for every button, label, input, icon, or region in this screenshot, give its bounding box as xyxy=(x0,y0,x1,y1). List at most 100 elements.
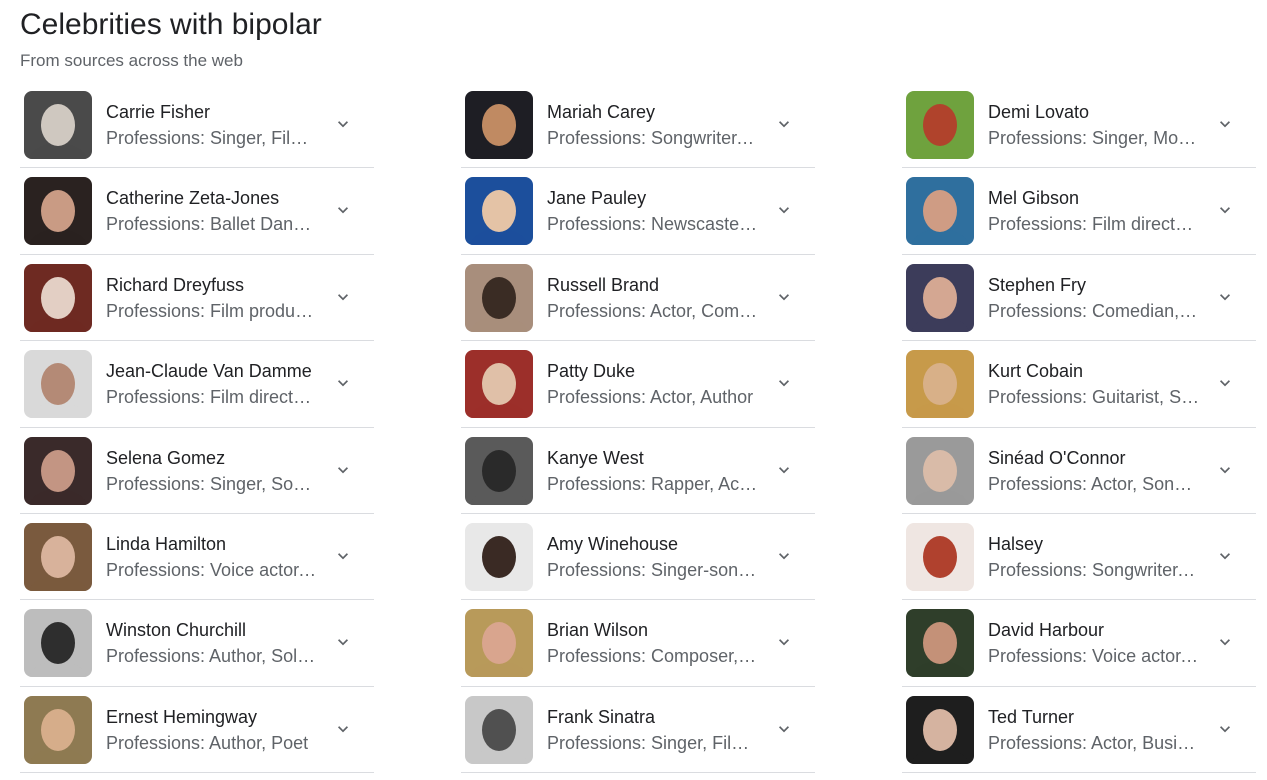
chevron-down-icon[interactable] xyxy=(774,200,794,220)
celebrity-professions: Professions: Songwriter, Singer xyxy=(547,128,759,148)
chevron-down-icon[interactable] xyxy=(774,460,794,480)
celebrity-name: Stephen Fry xyxy=(988,274,1087,295)
list-item[interactable]: Mariah Carey Professions: Songwriter, Sin… xyxy=(461,82,815,169)
list-item[interactable]: Halsey Professions: Songwriter, Singer xyxy=(902,514,1256,601)
celebrity-professions: Professions: Author, Soldier xyxy=(106,646,318,667)
celebrity-name: Demi Lovato xyxy=(988,102,1090,122)
chevron-down-icon[interactable] xyxy=(333,546,353,566)
chevron-down-icon[interactable] xyxy=(333,460,353,480)
celebrity-professions: Professions: Voice actor, Actor xyxy=(106,559,318,580)
celebrity-professions: Professions: Ballet Dancer, Actor xyxy=(106,214,318,235)
chevron-down-icon[interactable] xyxy=(1215,114,1235,134)
person-photo-icon xyxy=(465,91,533,159)
list-item[interactable]: David Harbour Professions: Voice actor, A… xyxy=(902,600,1256,687)
celebrity-professions: Professions: Rapper, Actor xyxy=(547,473,759,494)
person-photo-icon xyxy=(906,522,974,591)
list-item[interactable]: Jane Pauley Professions: Newscaster, Jour… xyxy=(461,168,815,255)
chevron-down-icon[interactable] xyxy=(774,287,794,307)
chevron-down-icon[interactable] xyxy=(1215,632,1235,652)
chevron-down-icon[interactable] xyxy=(1215,200,1235,220)
list-item[interactable]: Linda Hamilton Professions: Voice actor, … xyxy=(20,514,374,601)
list-item[interactable]: Stephen Fry Professions: Comedian, Actor xyxy=(902,255,1256,342)
chevron-down-icon[interactable] xyxy=(333,632,353,652)
chevron-down-icon[interactable] xyxy=(774,546,794,566)
chevron-down-icon[interactable] xyxy=(1215,546,1235,566)
list-item[interactable]: Russell Brand Professions: Actor, Comedia… xyxy=(461,255,815,342)
celebrity-name: Halsey xyxy=(988,533,1044,554)
celebrity-name: Brian Wilson xyxy=(547,620,649,641)
list-item[interactable]: Selena Gomez Professions: Singer, Songwri… xyxy=(20,428,374,514)
list-item[interactable]: Patty Duke Professions: Actor, Author xyxy=(461,341,815,428)
person-photo-icon xyxy=(906,609,974,678)
chevron-down-icon[interactable] xyxy=(333,373,353,393)
list-item[interactable]: Frank Sinatra Professions: Singer, Film p… xyxy=(461,687,815,774)
list-item[interactable]: Richard Dreyfuss Professions: Film produc… xyxy=(20,255,374,342)
list-item[interactable]: Catherine Zeta-Jones Professions: Ballet … xyxy=(20,168,374,255)
celebrity-name: Jane Pauley xyxy=(547,188,647,209)
chevron-down-icon[interactable] xyxy=(333,200,353,220)
person-photo-icon xyxy=(465,609,533,678)
list-item[interactable]: Jean-Claude Van Damme Professions: Film d… xyxy=(20,341,374,428)
celebrity-professions: Professions: Singer, Film producer xyxy=(547,732,759,753)
chevron-down-icon[interactable] xyxy=(774,719,794,739)
celebrity-name: Mariah Carey xyxy=(547,102,656,122)
person-photo-icon xyxy=(465,350,533,419)
list-item[interactable]: Mel Gibson Professions: Film director, Ac… xyxy=(902,168,1256,255)
celebrity-professions: Professions: Actor, Author xyxy=(547,387,754,408)
celebrity-professions: Professions: Singer, Songwriter xyxy=(106,473,318,494)
chevron-down-icon[interactable] xyxy=(1215,373,1235,393)
person-photo-icon xyxy=(906,695,974,764)
celebrity-name: Ernest Hemingway xyxy=(106,706,258,727)
celebrity-name: Richard Dreyfuss xyxy=(106,274,245,295)
list-item[interactable]: Winston Churchill Professions: Author, So… xyxy=(20,600,374,687)
celebrity-professions: Professions: Newscaster, Journalist xyxy=(547,214,759,235)
list-item[interactable]: Carrie Fisher Professions: Singer, Film p… xyxy=(20,82,374,169)
celebrity-professions: Professions: Author, Poet xyxy=(106,732,309,753)
chevron-down-icon[interactable] xyxy=(1215,719,1235,739)
person-photo-icon xyxy=(24,522,92,591)
celebrity-name: Kanye West xyxy=(547,447,644,468)
chevron-down-icon[interactable] xyxy=(333,114,353,134)
chevron-down-icon[interactable] xyxy=(774,373,794,393)
chevron-down-icon[interactable] xyxy=(333,287,353,307)
list-item[interactable]: Kurt Cobain Professions: Guitarist, Singe… xyxy=(902,341,1256,428)
celebrity-name: Amy Winehouse xyxy=(547,533,679,554)
person-photo-icon xyxy=(906,263,974,332)
celebrity-grid: Carrie Fisher Professions: Singer, Film p… xyxy=(20,82,1256,780)
list-item[interactable]: Demi Lovato Professions: Singer, Model xyxy=(902,82,1256,169)
chevron-down-icon[interactable] xyxy=(774,632,794,652)
chevron-down-icon[interactable] xyxy=(1215,287,1235,307)
list-item[interactable]: Kanye West Professions: Rapper, Actor xyxy=(461,428,815,514)
celebrity-name: Ted Turner xyxy=(988,706,1075,727)
celebrity-name: Mel Gibson xyxy=(988,188,1080,209)
chevron-down-icon[interactable] xyxy=(774,114,794,134)
person-photo-icon xyxy=(906,91,974,159)
person-photo-icon xyxy=(906,177,974,246)
celebrity-professions: Professions: Singer, Model xyxy=(988,128,1200,148)
person-photo-icon xyxy=(465,522,533,591)
chevron-down-icon[interactable] xyxy=(1215,460,1235,480)
chevron-down-icon[interactable] xyxy=(333,719,353,739)
celebrity-professions: Professions: Film director, Actor xyxy=(106,387,318,408)
celebrity-name: Patty Duke xyxy=(547,361,636,382)
person-photo-icon xyxy=(24,609,92,678)
page-subtitle: From sources across the web xyxy=(20,51,243,70)
person-photo-icon xyxy=(465,695,533,764)
celebrity-name: Russell Brand xyxy=(547,274,660,295)
celebrity-professions: Professions: Guitarist, Singer xyxy=(988,387,1200,408)
celebrity-professions: Professions: Singer-songwriter xyxy=(547,559,759,580)
list-item[interactable]: Sinéad O'Connor Professions: Actor, Songw… xyxy=(902,428,1256,514)
list-item[interactable]: Brian Wilson Professions: Composer, Singe… xyxy=(461,600,815,687)
list-item[interactable]: Ernest Hemingway Professions: Author, Poe… xyxy=(20,687,374,774)
celebrity-name: Carrie Fisher xyxy=(106,102,211,122)
celebrity-name: Sinéad O'Connor xyxy=(988,447,1126,468)
celebrity-professions: Professions: Film producer, Actor xyxy=(106,300,318,321)
person-photo-icon xyxy=(465,436,533,505)
celebrity-professions: Professions: Film director, Actor xyxy=(988,214,1200,235)
list-item[interactable]: Amy Winehouse Professions: Singer-songwri… xyxy=(461,514,815,601)
person-photo-icon xyxy=(24,177,92,246)
list-item[interactable]: Ted Turner Professions: Actor, Businesspe… xyxy=(902,687,1256,774)
celebrity-name: Selena Gomez xyxy=(106,447,226,468)
celebrity-professions: Professions: Singer, Film producer xyxy=(106,128,318,148)
celebrity-name: Winston Churchill xyxy=(106,620,247,641)
